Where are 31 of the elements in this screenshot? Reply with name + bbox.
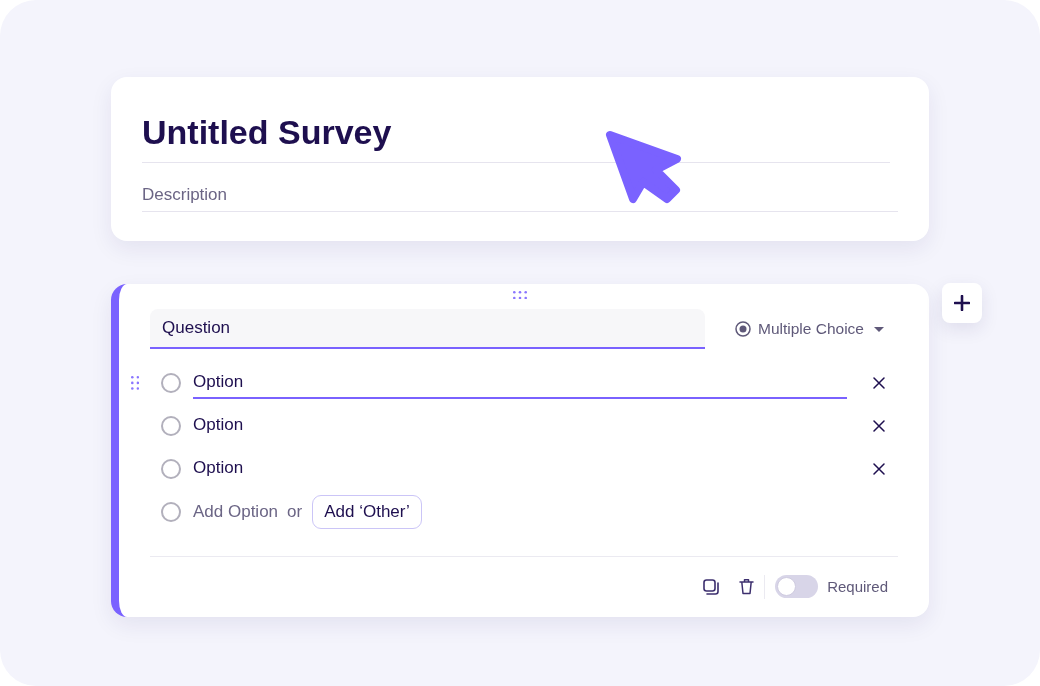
drag-handle-icon[interactable] — [131, 375, 139, 390]
required-toggle[interactable] — [775, 575, 819, 598]
radio-circle-icon — [161, 415, 181, 436]
radio-circle-icon — [161, 501, 181, 522]
caret-icon — [873, 326, 884, 332]
add-other-button[interactable]: Add ‘Other’ — [312, 494, 422, 529]
radio-circle-icon — [161, 458, 181, 479]
close-icon — [873, 419, 885, 432]
remove-option-button[interactable] — [873, 462, 885, 475]
remove-option-button[interactable] — [873, 376, 885, 389]
option-field[interactable]: Option — [193, 366, 847, 399]
add-option-button[interactable]: Add Option — [193, 501, 279, 522]
question-type-dropdown[interactable]: Multiple Choice — [735, 320, 884, 338]
delete-button[interactable] — [739, 578, 755, 595]
or-label: or — [287, 501, 303, 522]
close-icon — [873, 462, 885, 475]
copy-icon — [703, 578, 720, 595]
cursor-icon — [604, 129, 684, 205]
drag-handle-icon[interactable] — [513, 291, 527, 299]
radio-circle-icon — [161, 372, 181, 393]
option-field[interactable]: Option — [193, 452, 847, 485]
duplicate-button[interactable] — [703, 578, 720, 595]
remove-option-button[interactable] — [873, 419, 885, 432]
required-label: Required — [827, 578, 888, 595]
trash-icon — [739, 578, 755, 595]
add-question-button[interactable] — [942, 283, 982, 323]
option-field[interactable]: Option — [193, 409, 847, 442]
question-field[interactable]: Question — [150, 309, 705, 349]
close-icon — [873, 376, 885, 389]
radio-selected-icon — [735, 321, 751, 337]
plus-icon — [954, 295, 970, 311]
